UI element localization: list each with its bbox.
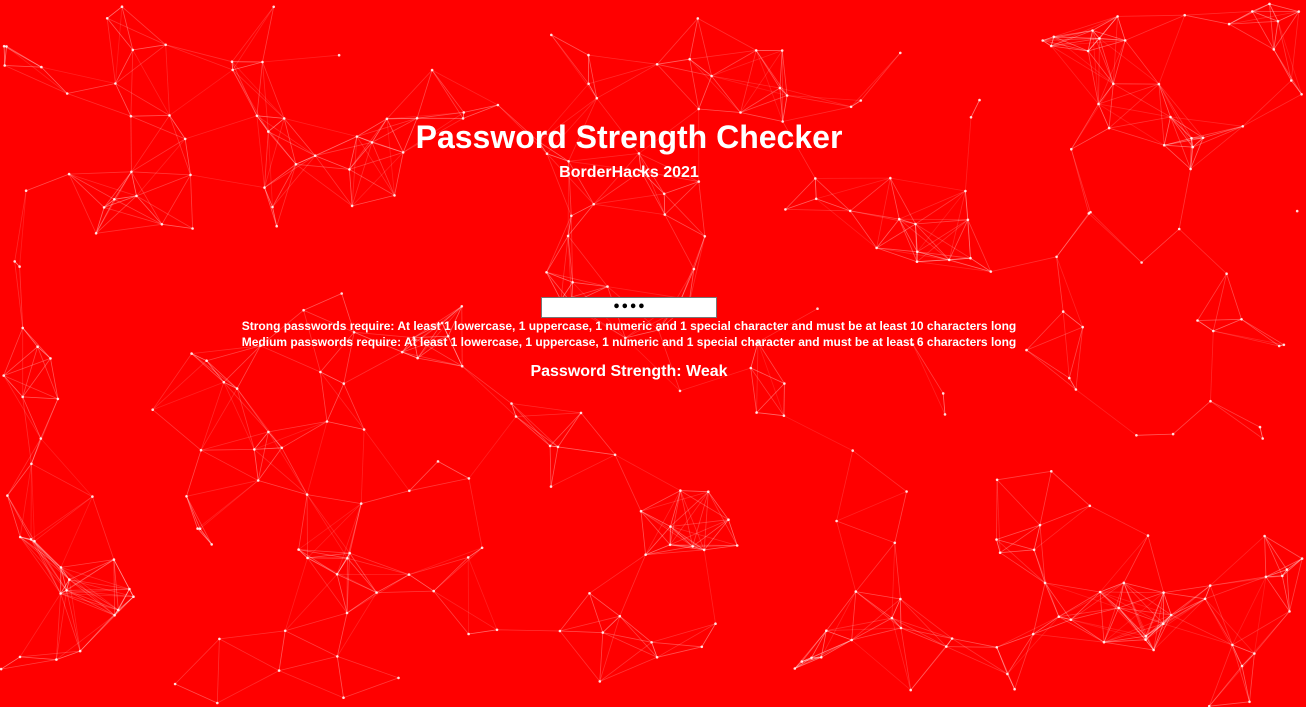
password-input[interactable] <box>541 297 717 318</box>
page-subtitle: BorderHacks 2021 <box>559 164 699 181</box>
main-content: Password Strength Checker BorderHacks 20… <box>0 0 1306 707</box>
medium-password-requirements: Medium passwords require: At least 1 low… <box>241 335 1017 349</box>
password-strength-result: Password Strength: Weak <box>530 363 728 380</box>
strong-password-requirements: Strong passwords require: At least 1 low… <box>241 319 1017 333</box>
page-title: Password Strength Checker <box>415 119 843 155</box>
